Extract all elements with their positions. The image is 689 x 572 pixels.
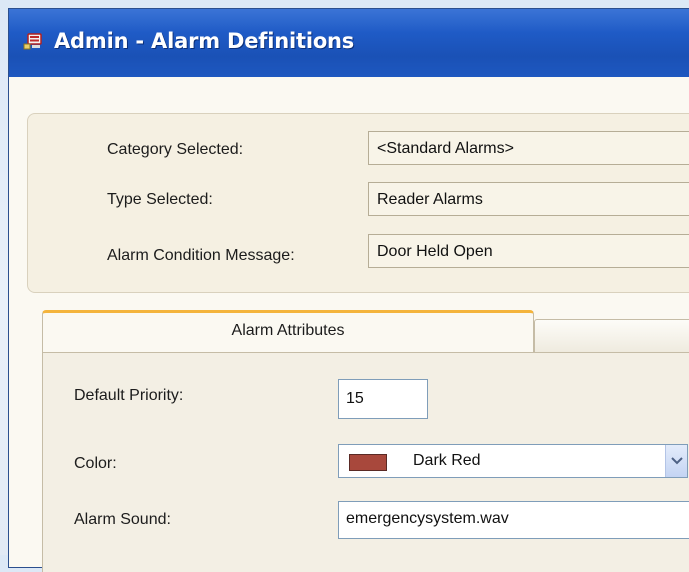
category-selected-field: <Standard Alarms> (368, 131, 689, 165)
tab-alarm-attributes-label: Alarm Attributes (231, 322, 345, 339)
color-dropdown-button[interactable] (665, 445, 687, 477)
color-label: Color: (74, 455, 117, 472)
color-swatch (349, 454, 387, 471)
color-select-value: Dark Red (413, 452, 481, 469)
default-priority-label: Default Priority: (74, 387, 184, 404)
alarm-condition-message-label: Alarm Condition Message: (107, 247, 295, 264)
admin-app-icon[interactable] (23, 31, 43, 51)
alarm-sound-label: Alarm Sound: (74, 511, 171, 528)
default-priority-input[interactable]: 15 (338, 379, 428, 419)
color-select[interactable]: Dark Red (338, 444, 688, 478)
title-bar[interactable]: Admin - Alarm Definitions (9, 9, 689, 77)
category-selected-label: Category Selected: (107, 141, 244, 158)
window-title: Admin - Alarm Definitions (54, 29, 355, 53)
tab-secondary[interactable] (534, 319, 689, 352)
tab-alarm-attributes[interactable]: Alarm Attributes (42, 310, 534, 354)
alarm-sound-input[interactable]: emergencysystem.wav (338, 501, 689, 539)
alarm-condition-message-field: Door Held Open (368, 234, 689, 268)
chevron-down-icon (671, 457, 683, 465)
type-selected-label: Type Selected: (107, 191, 213, 208)
type-selected-field: Reader Alarms (368, 182, 689, 216)
